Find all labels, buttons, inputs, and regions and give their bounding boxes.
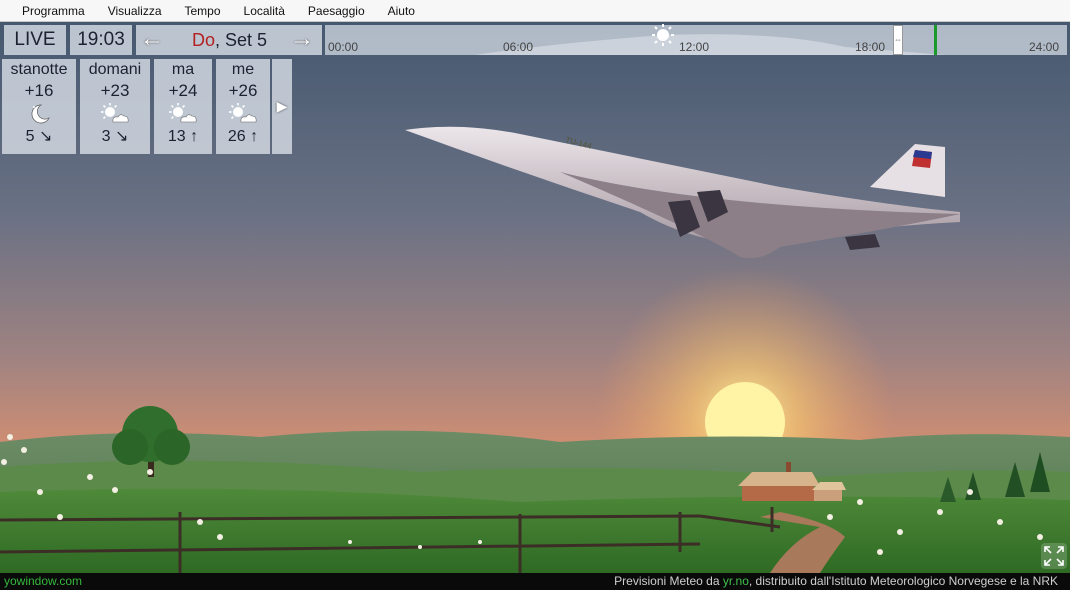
forecast-day-domani[interactable]: domani +23 3 ↘ bbox=[80, 59, 150, 154]
forecast-day-stanotte[interactable]: stanotte +16 5 ↘ bbox=[2, 59, 76, 154]
sun-cloud-icon bbox=[169, 103, 197, 123]
date-navigator: ← Do, Set 5 → bbox=[136, 25, 322, 55]
menu-paesaggio[interactable]: Paesaggio bbox=[308, 0, 365, 22]
credit-suffix: , distribuito dall'Istituto Meteorologic… bbox=[748, 574, 1058, 588]
time-display[interactable]: 19:03 bbox=[70, 25, 132, 55]
forecast-wind: 3 ↘ bbox=[101, 128, 129, 145]
fullscreen-icon bbox=[1044, 546, 1064, 566]
date-day: Do bbox=[192, 30, 216, 50]
menu-visualizza[interactable]: Visualizza bbox=[108, 0, 162, 22]
timeline-drag-handle[interactable]: ⇔ bbox=[893, 25, 903, 55]
forecast-day-name: stanotte bbox=[10, 61, 68, 78]
timeline-tick-0000: 00:00 bbox=[328, 40, 359, 54]
date-rest: , Set 5 bbox=[215, 30, 268, 50]
moon-icon bbox=[31, 104, 50, 124]
forecast-wind: 26 ↑ bbox=[227, 128, 259, 145]
live-button[interactable]: LIVE bbox=[4, 25, 66, 55]
forecast-temperature: +23 bbox=[100, 81, 130, 100]
fullscreen-button[interactable] bbox=[1041, 543, 1067, 569]
date-label[interactable]: Do, Set 5 bbox=[192, 25, 267, 55]
timeline-bar[interactable]: 00:00 06:00 12:00 18:00 24:00 ⇔ bbox=[325, 24, 1067, 55]
forecast-day-name: ma bbox=[171, 61, 195, 78]
forecast-next-arrow-icon[interactable]: ▶ bbox=[272, 59, 292, 154]
timeline-tick-2400: 24:00 bbox=[1029, 40, 1060, 54]
current-time-marker bbox=[934, 25, 937, 55]
credit-prefix: Previsioni Meteo da bbox=[614, 574, 723, 588]
sun-cloud-icon bbox=[229, 103, 257, 123]
yowindow-link[interactable]: yowindow.com bbox=[4, 573, 82, 590]
forecast-temperature: +24 bbox=[168, 81, 198, 100]
timeline-sun-icon bbox=[652, 24, 674, 46]
timeline-tick-0600: 06:00 bbox=[503, 40, 534, 54]
forecast-temperature: +16 bbox=[24, 81, 54, 100]
next-day-arrow-icon[interactable]: → bbox=[290, 25, 314, 53]
yr-no-link[interactable]: yr.no bbox=[723, 574, 749, 588]
forecast-day-me[interactable]: me +26 26 ↑ bbox=[216, 59, 270, 154]
top-bar: LIVE 19:03 ← Do, Set 5 → 00:00 06:00 12:… bbox=[0, 24, 1070, 56]
forecast-wind: 5 ↘ bbox=[25, 128, 53, 145]
previous-day-arrow-icon[interactable]: ← bbox=[140, 25, 164, 53]
forecast-day-ma[interactable]: ma +24 13 ↑ bbox=[154, 59, 212, 154]
footer-bar: yowindow.com Previsioni Meteo da yr.no, … bbox=[0, 573, 1070, 590]
weather-credit: Previsioni Meteo da yr.no, distribuito d… bbox=[614, 573, 1058, 590]
timeline-tick-1200: 12:00 bbox=[679, 40, 710, 54]
forecast-day-name: domani bbox=[88, 61, 142, 78]
menu-localita[interactable]: Località bbox=[244, 0, 285, 22]
menu-programma[interactable]: Programma bbox=[22, 0, 85, 22]
forecast-temperature: +26 bbox=[228, 81, 258, 100]
forecast-wind: 13 ↑ bbox=[167, 128, 199, 145]
forecast-day-name: me bbox=[231, 61, 255, 78]
menu-bar: Programma Visualizza Tempo Località Paes… bbox=[0, 0, 1070, 22]
sun-cloud-icon bbox=[101, 103, 129, 123]
timeline-tick-1800: 18:00 bbox=[855, 40, 886, 54]
menu-aiuto[interactable]: Aiuto bbox=[388, 0, 415, 22]
menu-tempo[interactable]: Tempo bbox=[185, 0, 221, 22]
